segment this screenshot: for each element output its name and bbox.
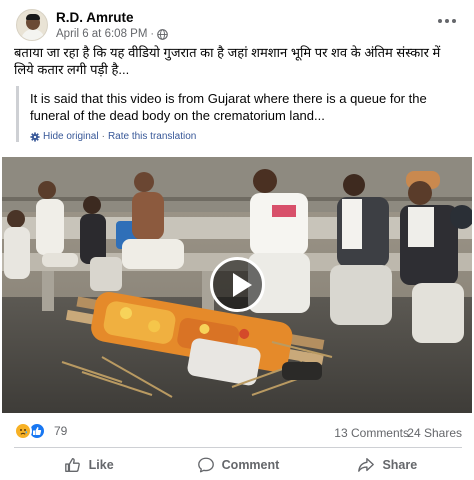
meta-separator: · [150, 28, 155, 40]
post-text: बताया जा रहा है कि यह वीडियो गुजरात का ह… [14, 45, 441, 77]
reaction-count[interactable]: 79 [54, 424, 67, 438]
play-icon[interactable] [210, 257, 265, 312]
engagement-counts: 79 13 Comments 24 Shares [14, 420, 462, 442]
hide-original-link[interactable]: Hide original [43, 131, 99, 142]
comment-icon [197, 457, 214, 473]
comments-count[interactable]: 13 Comments [334, 426, 409, 440]
like-button[interactable]: Like [14, 450, 163, 480]
post-meta: April 6 at 6:08 PM · [56, 28, 168, 40]
gear-icon [30, 131, 40, 142]
translation-links: Hide original · Rate this translation [30, 131, 460, 142]
reaction-icons[interactable] [14, 422, 46, 440]
video-player[interactable] [2, 157, 472, 413]
share-button-label: Share [382, 458, 418, 472]
shares-count[interactable]: 24 Shares [407, 426, 462, 440]
avatar[interactable] [16, 9, 48, 41]
action-bar: Like Comment Share [14, 450, 462, 480]
comment-button-label: Comment [221, 458, 280, 472]
comment-button[interactable]: Comment [163, 450, 312, 480]
globe-icon[interactable] [157, 28, 168, 40]
sad-icon [14, 422, 32, 440]
rate-translation-link[interactable]: Rate this translation [108, 131, 196, 142]
share-button[interactable]: Share [313, 450, 462, 480]
thumbs-up-icon [64, 458, 80, 472]
translation-block: It is said that this video is from Gujar… [16, 86, 460, 142]
post-header: R.D. Amrute April 6 at 6:08 PM · [0, 0, 474, 44]
author-name[interactable]: R.D. Amrute [56, 10, 134, 25]
more-options-icon[interactable] [434, 10, 460, 32]
link-separator: · [101, 131, 105, 142]
like-button-label: Like [88, 458, 114, 472]
divider [14, 447, 462, 448]
post-timestamp[interactable]: April 6 at 6:08 PM [56, 28, 147, 40]
translation-text: It is said that this video is from Gujar… [30, 91, 427, 123]
share-icon [358, 458, 375, 472]
